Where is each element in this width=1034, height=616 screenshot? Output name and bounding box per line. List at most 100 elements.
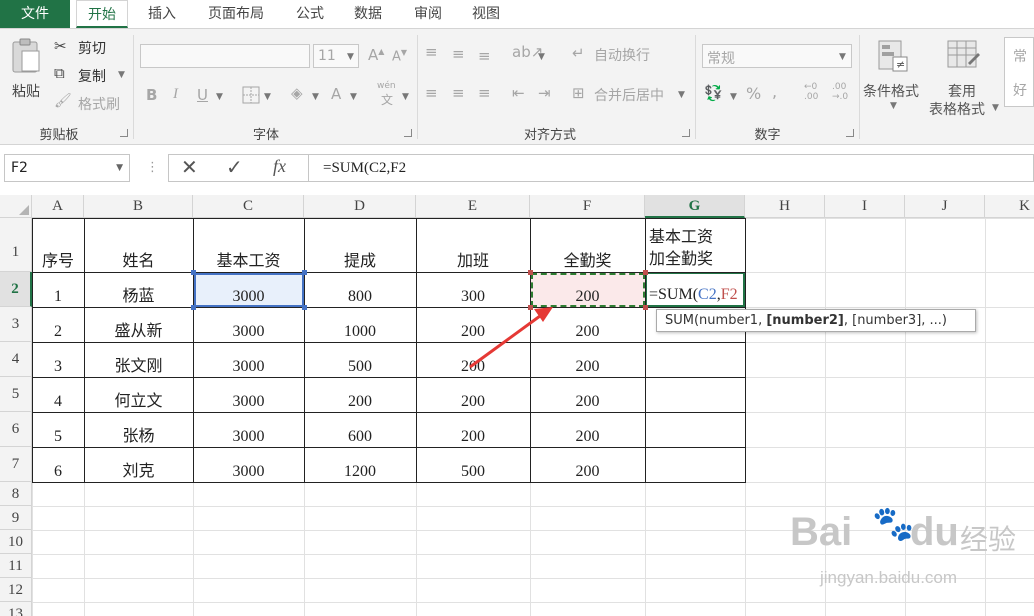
- table-cell[interactable]: 200: [416, 342, 530, 377]
- row-header-12[interactable]: 12: [0, 578, 32, 602]
- header-cell[interactable]: 加班: [416, 218, 530, 272]
- column-header-f[interactable]: F: [530, 195, 645, 218]
- row-header-8[interactable]: 8: [0, 482, 32, 506]
- phonetic-icon[interactable]: 文: [381, 91, 393, 108]
- table-cell[interactable]: 3000: [193, 377, 304, 412]
- enter-icon[interactable]: ✓: [226, 155, 243, 179]
- spreadsheet-grid[interactable]: A B C D E F G H I J K 1 2 3 4 5 6 7 8 9 10 11 12 13 序号 姓名 基本工资 提成 加班…: [0, 195, 1034, 616]
- table-cell[interactable]: 3: [32, 342, 84, 377]
- table-cell[interactable]: 800: [304, 272, 416, 307]
- ref-handle[interactable]: [643, 305, 648, 310]
- table-cell[interactable]: 3000: [193, 272, 304, 307]
- style-normal[interactable]: 常: [1013, 46, 1027, 66]
- table-cell[interactable]: 3000: [193, 307, 304, 342]
- ref-handle[interactable]: [191, 270, 196, 275]
- table-cell[interactable]: 200: [530, 377, 645, 412]
- header-cell-g[interactable]: 基本工资 加全勤奖: [645, 218, 745, 272]
- table-cell[interactable]: 1: [32, 272, 84, 307]
- font-name-select[interactable]: [140, 44, 310, 68]
- table-cell[interactable]: 刘克: [84, 447, 193, 482]
- table-cell[interactable]: 300: [416, 272, 530, 307]
- table-cell[interactable]: 200: [530, 272, 645, 307]
- decrease-font-icon[interactable]: A▼: [392, 48, 407, 64]
- table-cell[interactable]: 200: [530, 412, 645, 447]
- tab-review[interactable]: 审阅: [402, 0, 454, 28]
- row-header-11[interactable]: 11: [0, 554, 32, 578]
- column-header-b[interactable]: B: [84, 195, 193, 218]
- align-top-icon[interactable]: ≡: [425, 43, 438, 61]
- tab-formulas[interactable]: 公式: [284, 0, 336, 28]
- column-header-c[interactable]: C: [193, 195, 304, 218]
- row-header-5[interactable]: 5: [0, 377, 32, 412]
- header-cell[interactable]: 全勤奖: [530, 218, 645, 272]
- wrap-text-button[interactable]: ↵ 自动换行: [572, 44, 662, 64]
- table-cell[interactable]: 2: [32, 307, 84, 342]
- ref-handle[interactable]: [528, 305, 533, 310]
- ref-handle[interactable]: [302, 305, 307, 310]
- copy-button[interactable]: ⧉ 复制 ▼: [54, 64, 128, 85]
- number-format-select[interactable]: 常规 ▼: [702, 44, 852, 68]
- align-middle-icon[interactable]: ≡: [452, 45, 465, 63]
- cancel-icon[interactable]: ✕: [181, 155, 198, 179]
- tab-data[interactable]: 数据: [342, 0, 394, 28]
- table-cell[interactable]: 1200: [304, 447, 416, 482]
- ref-handle[interactable]: [528, 270, 533, 275]
- tab-page-layout[interactable]: 页面布局: [196, 0, 276, 28]
- tab-insert[interactable]: 插入: [136, 0, 188, 28]
- table-cell[interactable]: 600: [304, 412, 416, 447]
- format-as-table-button[interactable]: 套用 表格格式 ▼: [926, 39, 1002, 119]
- tab-file[interactable]: 文件: [0, 0, 70, 28]
- name-box[interactable]: F2 ▼: [4, 154, 130, 182]
- header-cell[interactable]: 姓名: [84, 218, 193, 272]
- table-cell[interactable]: 500: [304, 342, 416, 377]
- table-cell[interactable]: 3000: [193, 412, 304, 447]
- currency-icon[interactable]: 💱: [704, 84, 723, 102]
- table-cell[interactable]: 5: [32, 412, 84, 447]
- table-cell[interactable]: 200: [416, 377, 530, 412]
- align-center-icon[interactable]: ≡: [452, 84, 465, 102]
- row-header-10[interactable]: 10: [0, 530, 32, 554]
- underline-button[interactable]: U: [197, 86, 208, 104]
- row-header-13[interactable]: 13: [0, 602, 32, 616]
- dialog-launcher-icon[interactable]: [120, 129, 128, 137]
- increase-font-icon[interactable]: A▲: [368, 46, 384, 64]
- formula-input[interactable]: =SUM(C2,F2: [308, 154, 1034, 182]
- column-header-j[interactable]: J: [905, 195, 985, 218]
- tab-home[interactable]: 开始: [76, 0, 128, 28]
- column-header-g[interactable]: G: [645, 195, 745, 218]
- increase-indent-icon[interactable]: ⇥: [538, 84, 551, 102]
- style-good[interactable]: 好: [1013, 80, 1027, 100]
- italic-button[interactable]: I: [173, 86, 178, 103]
- table-cell[interactable]: 6: [32, 447, 84, 482]
- percent-button[interactable]: %: [746, 84, 761, 103]
- table-cell[interactable]: 1000: [304, 307, 416, 342]
- column-header-d[interactable]: D: [304, 195, 416, 218]
- fill-color-icon[interactable]: ◈: [291, 84, 303, 102]
- ref-handle[interactable]: [643, 270, 648, 275]
- editing-cell-g2[interactable]: =SUM(C2, F2: [645, 272, 745, 307]
- table-cell[interactable]: 张杨: [84, 412, 193, 447]
- table-cell[interactable]: 何立文: [84, 377, 193, 412]
- header-cell[interactable]: 序号: [32, 218, 84, 272]
- table-cell[interactable]: 杨蓝: [84, 272, 193, 307]
- borders-icon[interactable]: [242, 86, 260, 104]
- align-bottom-icon[interactable]: ≡: [478, 47, 491, 65]
- comma-style-icon[interactable]: ,: [772, 82, 777, 101]
- table-cell[interactable]: 200: [304, 377, 416, 412]
- header-cell[interactable]: 基本工资: [193, 218, 304, 272]
- merge-center-button[interactable]: ⊞ 合并后居中 ▼: [572, 84, 690, 104]
- decrease-decimal-icon[interactable]: .00 →.0: [832, 82, 848, 102]
- cut-button[interactable]: ✂ 剪切: [54, 37, 124, 57]
- table-cell[interactable]: 3000: [193, 447, 304, 482]
- dialog-launcher-icon[interactable]: [846, 129, 854, 137]
- decrease-indent-icon[interactable]: ⇤: [512, 84, 525, 102]
- cell-styles-gallery[interactable]: 常 好: [1004, 37, 1034, 107]
- ref-handle[interactable]: [302, 270, 307, 275]
- header-cell[interactable]: 提成: [304, 218, 416, 272]
- table-cell[interactable]: 4: [32, 377, 84, 412]
- font-color-icon[interactable]: A: [331, 85, 341, 103]
- conditional-format-button[interactable]: ≠ 条件格式 ▼: [862, 39, 926, 119]
- select-all-corner[interactable]: [0, 195, 32, 218]
- row-header-2[interactable]: 2: [0, 272, 32, 307]
- font-size-select[interactable]: 11 ▼: [313, 44, 359, 68]
